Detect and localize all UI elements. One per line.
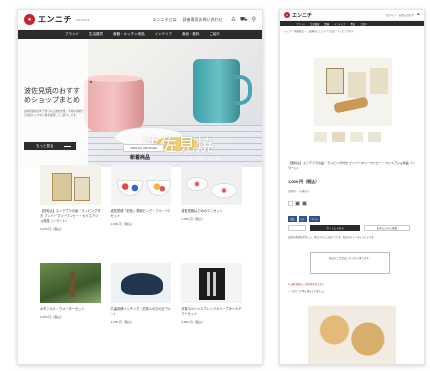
product-card[interactable]: 波佐見焼はじめのミニセット 4,250 円（税込） [181, 165, 242, 263]
product-card[interactable]: 久留米絣ハンチング（日本人のびのびブルー） 4,250 円（税込） [110, 263, 172, 361]
thumbnail[interactable] [368, 132, 381, 142]
hero-pink-cup [84, 75, 144, 132]
nav-item-intro[interactable]: ご紹介 [210, 32, 221, 37]
logo-text: エンニチ [292, 12, 313, 19]
swatch[interactable] [302, 201, 307, 206]
thumbnail[interactable] [350, 132, 363, 142]
product-price: 4,250 円（税込） [181, 217, 205, 221]
stock-status: 送料別 ・ 在庫あり [288, 190, 310, 193]
logo-icon: ● [284, 12, 290, 18]
logo-icon: ● [24, 14, 35, 25]
product-title[interactable]: 波佐見焼「彩色」茶碗ピンク・ブルー＋2セット [111, 209, 172, 219]
header-link-login[interactable]: ログイン [386, 13, 396, 17]
product-card[interactable]: ボタニカル・ウォーターセット 1,650 円（税込） [40, 263, 101, 361]
product-title[interactable]: 【送料込】エンデブラの品・ラッピング付き ブンバーマリーワンビー・カリスアジョ商… [40, 209, 101, 224]
nav-item-tableware[interactable]: 食器・キッチン用品 [113, 32, 145, 37]
product-image[interactable] [110, 263, 172, 303]
header-icons: ♙ ⛟ ⚲ [231, 16, 256, 24]
product-image[interactable] [40, 263, 101, 303]
site-logo[interactable]: ● エンニチ EN-NICHI [24, 14, 89, 25]
shipping-notice: ※ 送料無料は一部地域を除きます [288, 283, 325, 286]
home-page-screenshot: ● エンニチ EN-NICHI エンニチとは 読者専用お問い合わせ ♙ ⛟ ⚲ … [17, 9, 263, 365]
nav-item-goods[interactable]: 生活雑貨 [89, 32, 103, 37]
product-price: 1,000 円（税込） [288, 179, 320, 184]
product-image[interactable] [181, 165, 242, 205]
product-tags: 包装 のし ギフト [288, 216, 321, 222]
swatch[interactable] [295, 201, 300, 206]
thumbnail[interactable] [314, 132, 327, 142]
variant-swatches[interactable] [288, 201, 307, 206]
logo-subtext: EN-NICHI [76, 17, 90, 22]
quantity-input[interactable] [288, 225, 306, 231]
product-grid: 【送料込】エンデブラの品・ラッピング付き ブンバーマリーワンビー・カリスアジョ商… [40, 165, 242, 361]
cart-icon[interactable]: ⛟ [417, 13, 420, 17]
product-price: 4,250 円（税込） [110, 320, 134, 324]
product-detail-text: 一つひとつ丁寧に焼き上げました。 [288, 290, 327, 293]
add-to-cart-button[interactable]: カートに入れる [310, 225, 360, 231]
nav-item-interior[interactable]: インテリア [155, 32, 173, 37]
header-links: ログイン お問い合わせ ⛟ [386, 13, 420, 17]
product-price: 2,000 円（税込） [110, 222, 134, 226]
product-card[interactable]: 天草スペシャルブレンドオリーブオイルギフトセット 3,000 円（税込） [181, 263, 242, 361]
hero-slider-dots[interactable] [90, 81, 92, 101]
nav-item-tableware[interactable]: 食器 [324, 22, 329, 26]
product-price: 3,000 円（税込） [181, 320, 205, 324]
hero-more-button[interactable]: もっと見る [24, 142, 76, 150]
nav-item-food[interactable]: 食品 [351, 22, 356, 26]
product-title: 【送料込】エンデブラの品・ラッピング付き ブンバーマリーワンビー・カリスアジョ商… [288, 161, 415, 170]
product-price: 1,650 円（税込） [40, 315, 64, 319]
cart-controls: カートに入れる お気に入りに追加 [288, 225, 410, 231]
header-link-contact[interactable]: お問い合わせ [399, 13, 414, 17]
header-link-contact[interactable]: 読者専用お問い合わせ [183, 17, 223, 23]
view-all-button[interactable]: VIEW ALL ARTICLES [123, 144, 164, 152]
tag[interactable]: のし [298, 216, 308, 222]
new-products-heading: 新着商品 [129, 155, 150, 161]
product-image[interactable] [40, 165, 101, 205]
tag[interactable]: ギフト [309, 216, 321, 222]
product-card[interactable]: 【送料込】エンデブラの品・ラッピング付き ブンバーマリーワンビー・カリスアジョ商… [40, 165, 101, 263]
product-title[interactable]: 波佐見焼はじめのミニセット [181, 209, 242, 214]
product-image[interactable] [181, 263, 242, 303]
product-detail-photo [308, 306, 396, 364]
nav-item-interior[interactable]: インテリア [334, 22, 346, 26]
nav-item-goods[interactable]: 生活雑貨 [310, 22, 319, 26]
product-description: 自然の素材を活かした、体にやさしいおやつです。毎日のティータイムにどうぞ。 [288, 236, 377, 239]
site-header: ● エンニチ EN-NICHI エンニチとは 読者専用お問い合わせ ♙ ⛟ ⚲ [18, 10, 262, 30]
thumbnail[interactable] [332, 132, 345, 142]
product-price: 1,000 円（税込） [40, 227, 64, 231]
tag[interactable]: 包装 [288, 216, 297, 222]
product-title[interactable]: 久留米絣ハンチング（日本人のびのびブルー） [111, 307, 172, 317]
product-image[interactable] [110, 165, 172, 205]
product-main-image[interactable] [314, 58, 392, 126]
hero-description: 長崎県波佐見町で作られる波佐見焼。手頃な価格で日常使いしやすい器を厳選してご紹介… [24, 110, 84, 117]
product-title[interactable]: ボタニカル・ウォーターセット [40, 307, 101, 312]
hero-teal-cup [193, 59, 252, 123]
notice-box: 商品のご注文はこちらから承ります。 [310, 252, 390, 274]
main-nav: ブランド 生活雑貨 食器・キッチン用品 インテリア 食品・飲料 ご紹介 [18, 30, 262, 39]
swatch[interactable] [288, 201, 293, 206]
hero-title: 波佐見焼のおすすめショップまとめ [24, 88, 80, 104]
cart-icon[interactable]: ⛟ [240, 16, 248, 24]
logo-text: エンニチ [38, 15, 72, 24]
user-icon[interactable]: ♙ [231, 16, 236, 24]
product-title[interactable]: 天草スペシャルブレンドオリーブオイルギフトセット [181, 307, 242, 317]
header-links: エンニチとは 読者専用お問い合わせ [153, 17, 223, 23]
header-link-about[interactable]: エンニチとは [153, 17, 177, 23]
nav-item-brand[interactable]: ブランド [65, 32, 79, 37]
search-icon[interactable]: ⚲ [252, 16, 256, 24]
nav-item-intro[interactable]: ご紹介 [360, 22, 367, 26]
favorite-button[interactable]: お気に入りに追加 [364, 225, 410, 231]
site-header: ● エンニチ ログイン お問い合わせ ⛟ [280, 10, 424, 21]
breadcrumb[interactable]: トップ ＞ 新着商品 ＞ 【送料込】エンデブラの品・ラッピング付き [280, 26, 424, 33]
nav-item-brand[interactable]: ブランド [296, 22, 305, 26]
product-card[interactable]: 波佐見焼「彩色」茶碗ピンク・ブルー＋2セット 2,000 円（税込） [110, 165, 172, 263]
nav-item-food[interactable]: 食品・飲料 [182, 32, 200, 37]
site-logo[interactable]: ● エンニチ [284, 12, 312, 19]
product-thumbnails[interactable] [314, 132, 381, 142]
product-page-screenshot: ● エンニチ ログイン お問い合わせ ⛟ ブランド 生活雑貨 食器 インテリア … [279, 9, 425, 365]
